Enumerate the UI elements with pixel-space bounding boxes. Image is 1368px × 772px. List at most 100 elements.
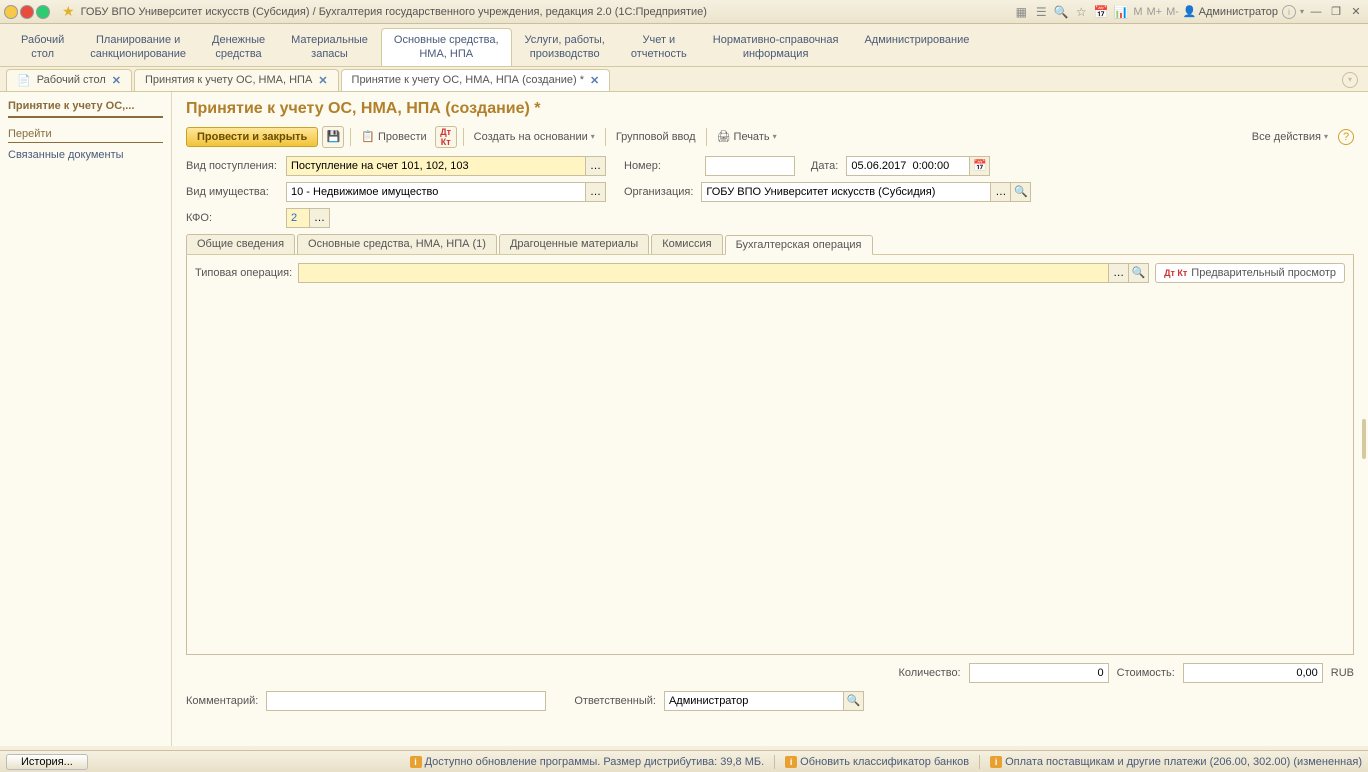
- sidebar-related-docs[interactable]: Связанные документы: [8, 147, 163, 163]
- post-button[interactable]: 📋Провести: [357, 128, 430, 145]
- inner-tabs: Общие сведения Основные средства, НМА, Н…: [186, 234, 1354, 255]
- tab-desktop[interactable]: 📄 Рабочий стол ✕: [6, 69, 132, 91]
- titlebar: ★ ГОБУ ВПО Университет искусств (Субсиди…: [0, 0, 1368, 24]
- star-icon[interactable]: ★: [62, 3, 75, 20]
- tab-label: Рабочий стол: [37, 74, 106, 86]
- receipt-type-label: Вид поступления:: [186, 160, 278, 172]
- org-picker[interactable]: …: [991, 182, 1011, 202]
- tab-assets[interactable]: Основные средства, НМА, НПА (1): [297, 234, 497, 254]
- grid-icon[interactable]: ▦: [1013, 4, 1029, 20]
- menu-admin[interactable]: Администрирование: [851, 28, 982, 66]
- menu-planning[interactable]: Планирование и санкционирование: [77, 28, 199, 66]
- comment-row: Комментарий: Ответственный: 🔍: [186, 691, 1354, 711]
- typical-op-field[interactable]: [298, 263, 1109, 283]
- tab-general[interactable]: Общие сведения: [186, 234, 295, 254]
- search-icon[interactable]: 🔍: [1053, 4, 1069, 20]
- history-button[interactable]: История...: [6, 754, 88, 770]
- kfo-field[interactable]: [286, 208, 310, 228]
- tab-document[interactable]: Принятие к учету ОС, НМА, НПА (создание)…: [341, 69, 611, 91]
- receipt-type-field[interactable]: [286, 156, 586, 176]
- group-input-button[interactable]: Групповой ввод: [612, 129, 700, 145]
- admin-badge[interactable]: 👤 Администратор: [1183, 5, 1278, 18]
- receipt-type-picker[interactable]: …: [586, 156, 606, 176]
- scrollbar-handle[interactable]: [1362, 419, 1366, 459]
- number-field[interactable]: [705, 156, 795, 176]
- create-based-button[interactable]: Создать на основании▾: [470, 129, 599, 145]
- help-icon[interactable]: ?: [1338, 129, 1354, 145]
- doc-tabs: 📄 Рабочий стол ✕ Принятия к учету ОС, НМ…: [0, 67, 1368, 92]
- sidebar: Принятие к учету ОС,... Перейти Связанны…: [0, 92, 172, 746]
- circle-icon[interactable]: [20, 5, 34, 19]
- dtkt-button[interactable]: ДтКт: [435, 126, 457, 148]
- post-and-close-button[interactable]: Провести и закрыть: [186, 127, 318, 147]
- calendar-picker-icon[interactable]: 📅: [970, 156, 990, 176]
- app-title: ГОБУ ВПО Университет искусств (Субсидия)…: [81, 6, 1014, 18]
- memory-mminus[interactable]: M-: [1166, 6, 1179, 18]
- print-button[interactable]: 🖨 Печать▾: [713, 128, 781, 145]
- info-icon[interactable]: i: [1282, 5, 1296, 19]
- menu-money[interactable]: Денежные средства: [199, 28, 278, 66]
- comment-label: Комментарий:: [186, 695, 258, 707]
- menu-accounting[interactable]: Учет и отчетность: [618, 28, 700, 66]
- tabs-dropdown-icon[interactable]: ▾: [1342, 72, 1358, 88]
- menu-reference[interactable]: Нормативно-справочная информация: [700, 28, 852, 66]
- typical-op-search-icon[interactable]: 🔍: [1129, 263, 1149, 283]
- tab-close-icon[interactable]: ✕: [590, 74, 599, 87]
- responsible-field[interactable]: [664, 691, 844, 711]
- cost-label: Стоимость:: [1117, 667, 1175, 679]
- org-search-icon[interactable]: 🔍: [1011, 182, 1031, 202]
- main-menu: Рабочий стол Планирование и санкциониров…: [0, 24, 1368, 67]
- menu-services[interactable]: Услуги, работы, производство: [512, 28, 618, 66]
- tab-precious[interactable]: Драгоценные материалы: [499, 234, 649, 254]
- save-button[interactable]: 💾: [322, 126, 344, 148]
- status-banks[interactable]: iОбновить классификатор банков: [785, 756, 969, 768]
- org-field[interactable]: [701, 182, 991, 202]
- tab-close-icon[interactable]: ✕: [112, 74, 121, 87]
- info-badge-icon: i: [990, 756, 1002, 768]
- list-icon[interactable]: ☰: [1033, 4, 1049, 20]
- tab-label: Принятия к учету ОС, НМА, НПА: [145, 74, 312, 86]
- status-update-label: Доступно обновление программы. Размер ди…: [425, 756, 765, 768]
- tab-close-icon[interactable]: ✕: [318, 74, 327, 87]
- tab-commission[interactable]: Комиссия: [651, 234, 722, 254]
- property-type-picker[interactable]: …: [586, 182, 606, 202]
- all-actions-button[interactable]: Все действия▾: [1248, 129, 1332, 145]
- status-update[interactable]: iДоступно обновление программы. Размер д…: [410, 756, 765, 768]
- date-field[interactable]: [846, 156, 970, 176]
- tab-label: Принятие к учету ОС, НМА, НПА (создание)…: [352, 74, 585, 86]
- preview-button[interactable]: Дт Кт Предварительный просмотр: [1155, 263, 1345, 283]
- tab-accounting-op[interactable]: Бухгалтерская операция: [725, 235, 873, 255]
- calendar2-icon[interactable]: 📊: [1113, 4, 1129, 20]
- menu-fixed-assets[interactable]: Основные средства, НМА, НПА: [381, 28, 512, 66]
- app-icon[interactable]: [4, 5, 18, 19]
- cost-field[interactable]: [1183, 663, 1323, 683]
- sidebar-title: Принятие к учету ОС,...: [8, 100, 163, 118]
- close-icon[interactable]: ✕: [1348, 4, 1364, 20]
- calendar-icon[interactable]: 📅: [1093, 4, 1109, 20]
- page-title: Принятие к учету ОС, НМА, НПА (создание)…: [186, 100, 1354, 118]
- caret-icon[interactable]: ▾: [1300, 7, 1304, 16]
- maximize-icon[interactable]: ❐: [1328, 4, 1344, 20]
- toolbar: Провести и закрыть 💾 📋Провести ДтКт Созд…: [186, 126, 1354, 148]
- property-type-field[interactable]: [286, 182, 586, 202]
- status-payments[interactable]: iОплата поставщикам и другие платежи (20…: [990, 756, 1362, 768]
- tab-list[interactable]: Принятия к учету ОС, НМА, НПА ✕: [134, 69, 339, 91]
- responsible-search-icon[interactable]: 🔍: [844, 691, 864, 711]
- memory-m[interactable]: M: [1133, 6, 1142, 18]
- star-small-icon[interactable]: ☆: [1073, 4, 1089, 20]
- kfo-picker[interactable]: …: [310, 208, 330, 228]
- qty-field[interactable]: [969, 663, 1109, 683]
- typical-op-picker[interactable]: …: [1109, 263, 1129, 283]
- statusbar: История... iДоступно обновление программ…: [0, 750, 1368, 772]
- menu-desktop[interactable]: Рабочий стол: [8, 28, 77, 66]
- sidebar-goto[interactable]: Перейти: [8, 126, 163, 143]
- status-payments-label: Оплата поставщикам и другие платежи (206…: [1005, 756, 1362, 768]
- menu-materials[interactable]: Материальные запасы: [278, 28, 381, 66]
- summary-row: Количество: Стоимость: RUB: [186, 659, 1354, 687]
- circle-icon[interactable]: [36, 5, 50, 19]
- comment-field[interactable]: [266, 691, 546, 711]
- memory-mplus[interactable]: M+: [1146, 6, 1162, 18]
- kfo-label: КФО:: [186, 212, 278, 224]
- minimize-icon[interactable]: —: [1308, 4, 1324, 20]
- number-label: Номер:: [624, 160, 661, 172]
